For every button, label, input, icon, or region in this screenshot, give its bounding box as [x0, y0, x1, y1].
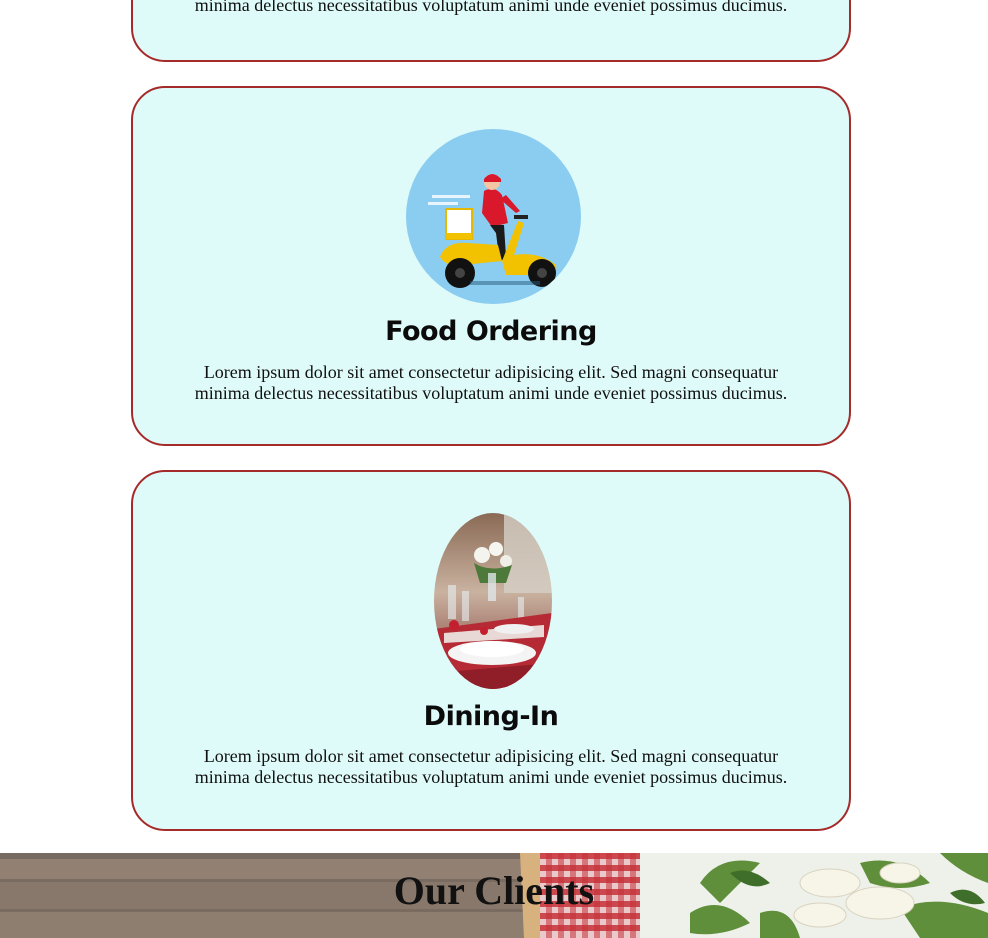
delivery-scooter-icon	[406, 129, 581, 304]
service-description-line-2: minima delectus necessitatibus voluptatu…	[194, 383, 788, 403]
delivery-scooter-image	[406, 129, 581, 304]
service-description-line-2: minima delectus necessitatibus voluptatu…	[194, 0, 788, 15]
service-card-dining-in: Dining-In Lorem ipsum dolor sit amet con…	[131, 470, 851, 831]
service-description: Lorem ipsum dolor sit amet consectetur a…	[173, 362, 809, 404]
service-description-line-1: Lorem ipsum dolor sit amet consectetur a…	[203, 746, 779, 766]
service-card-partial: minima delectus necessitatibus voluptatu…	[131, 0, 851, 62]
dining-table-icon	[434, 513, 552, 689]
service-description: minima delectus necessitatibus voluptatu…	[173, 0, 809, 16]
service-card-food-ordering: Food Ordering Lorem ipsum dolor sit amet…	[131, 86, 851, 446]
service-description-line-2: minima delectus necessitatibus voluptatu…	[194, 767, 788, 787]
service-description: Lorem ipsum dolor sit amet consectetur a…	[173, 746, 809, 788]
service-description-line-1: Lorem ipsum dolor sit amet consectetur a…	[203, 362, 779, 382]
page: minima delectus necessitatibus voluptatu…	[0, 0, 988, 938]
service-title: Dining-In	[423, 701, 559, 732]
clients-section-banner: Our Clients	[0, 853, 988, 938]
dining-table-image	[434, 513, 552, 689]
service-title: Food Ordering	[385, 316, 597, 347]
section-title: Our Clients	[393, 868, 595, 913]
